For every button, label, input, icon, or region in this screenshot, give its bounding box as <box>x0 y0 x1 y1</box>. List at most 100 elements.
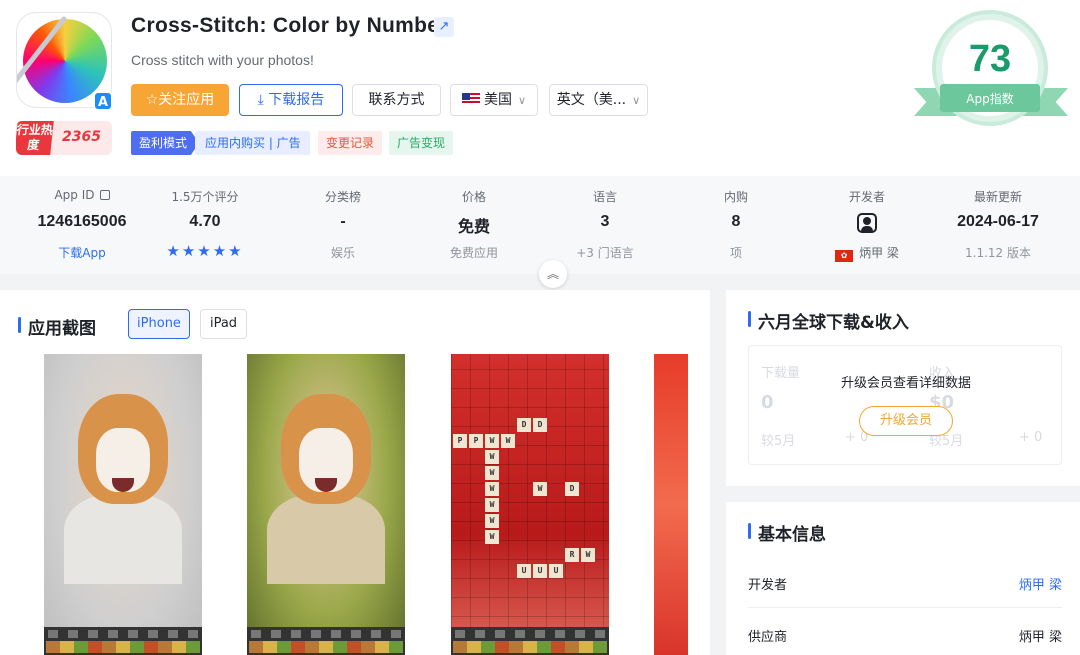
stitch-tile: W <box>485 530 499 544</box>
tab-iphone[interactable]: iPhone <box>128 309 190 339</box>
language-select[interactable]: 英文（美... ∨ <box>549 84 648 116</box>
info-value: 炳甲 梁 <box>1018 630 1062 645</box>
country-select-label: 美国 <box>483 92 512 108</box>
changelog-tag[interactable]: 变更记录 <box>318 131 383 155</box>
collapse-chevron-up-icon[interactable]: ︽ <box>539 260 567 288</box>
screenshot-2[interactable] <box>247 354 405 655</box>
chevron-down-icon: ∨ <box>632 94 641 107</box>
monetization-tag: 盈利模式 <box>131 131 199 155</box>
stat-label: 开发者 <box>848 190 885 204</box>
stitch-tile: W <box>485 482 499 496</box>
download-report-button[interactable]: ⤓ 下载报告 <box>239 84 343 116</box>
follow-app-button[interactable]: ☆关注应用 <box>131 84 229 116</box>
yarn-ball-icon <box>23 19 107 103</box>
screenshots-panel: 应用截图 iPhone iPad D D P P W W W W W W W W… <box>0 290 710 655</box>
stitch-tile: D <box>565 482 579 496</box>
stat-label: 1.5万个评分 <box>171 190 239 204</box>
external-link-icon[interactable]: ↗ <box>434 17 454 37</box>
stitch-tile: P <box>469 434 483 448</box>
stitch-tile: W <box>485 498 499 512</box>
stitch-tile: W <box>485 450 499 464</box>
corgi-image <box>78 394 168 504</box>
toolbar-palette <box>44 627 202 655</box>
copy-icon[interactable] <box>99 190 110 200</box>
ghost-compare-label: 较5月 <box>761 434 796 449</box>
star-rating-icon: ★★★★★ <box>166 242 244 260</box>
app-subtitle: Cross stitch with your photos! <box>131 52 314 68</box>
ghost-compare-value: + 0 <box>1019 430 1043 445</box>
toolbar-palette <box>451 627 609 655</box>
stat-label: 分类榜 <box>324 190 361 204</box>
stitch-tile: W <box>501 434 515 448</box>
hk-flag-icon: ✿ <box>835 250 854 262</box>
stat-sub: 1.1.12 版本 <box>965 246 1031 260</box>
locked-data-box: 下载量 0 较5月 + 0 收入 $0 较5月 + 0 升级会员查看详细数据 升… <box>748 345 1062 465</box>
monetization-detail-tag: 应用内购买 | 广告 <box>195 131 310 155</box>
downloads-revenue-title: 六月全球下载&收入 <box>748 308 909 333</box>
upgrade-message: 升级会员查看详细数据 <box>840 376 971 391</box>
stitch-tile: D <box>517 418 531 432</box>
screenshot-4[interactable] <box>654 354 688 655</box>
info-label: 开发者 <box>748 578 788 593</box>
chevron-down-icon: ∨ <box>517 94 527 107</box>
stats-bar: App ID 1246165006 下载App 1.5万个评分 4.70 ★★★… <box>0 176 1080 274</box>
stat-value: 免费 <box>457 219 490 236</box>
info-row-developer: 开发者 炳甲 梁 <box>748 556 1062 608</box>
basic-info-title: 基本信息 <box>748 520 826 545</box>
stat-value: 1246165006 <box>37 213 127 230</box>
app-store-icon: A <box>93 91 113 111</box>
screenshot-1[interactable] <box>44 354 202 655</box>
tab-ipad[interactable]: iPad <box>200 309 247 339</box>
corgi-image <box>281 394 371 504</box>
developer-name: 炳甲 梁 <box>859 246 899 260</box>
stat-sub: +3 门语言 <box>576 246 634 260</box>
stitch-tile: W <box>581 548 595 562</box>
app-title: Cross-Stitch: Color by Number <box>131 14 448 37</box>
basic-info-panel: 基本信息 开发者 炳甲 梁 供应商 炳甲 梁 <box>726 502 1080 655</box>
info-label: 供应商 <box>748 630 788 645</box>
stitch-tile: D <box>533 418 547 432</box>
score-value: 73 <box>968 38 1012 80</box>
contact-button[interactable]: 联系方式 <box>352 84 441 116</box>
toolbar-palette <box>247 627 405 655</box>
industry-heat-badge: 行业热度 2365 <box>16 121 112 155</box>
developer-link[interactable]: 炳甲 梁 <box>1019 574 1062 593</box>
score-label: App指数 <box>966 92 1014 106</box>
stat-value: - <box>340 213 346 230</box>
stitch-tile: W <box>533 482 547 496</box>
language-select-label: 英文（美... <box>556 92 627 108</box>
ad-monetization-tag[interactable]: 广告变现 <box>389 131 454 155</box>
info-row-seller: 供应商 炳甲 梁 <box>748 608 1062 655</box>
stitch-tile: R <box>565 548 579 562</box>
country-select[interactable]: 美国 ∨ <box>450 84 538 116</box>
stitch-tile: U <box>533 564 547 578</box>
stitch-tile: U <box>549 564 563 578</box>
app-score-badge: 73 App指数 <box>912 6 1072 136</box>
stat-value: 4.70 <box>189 213 221 230</box>
stitch-tile: W <box>485 434 499 448</box>
us-flag-icon <box>461 93 480 105</box>
stat-label: 语言 <box>592 190 617 204</box>
downloads-revenue-panel: 六月全球下载&收入 下载量 0 较5月 + 0 收入 $0 较5月 + 0 升级… <box>726 290 1080 486</box>
user-icon <box>857 213 877 233</box>
stat-value: 8 <box>731 213 741 230</box>
stat-value: 2024-06-17 <box>957 213 1039 230</box>
stitch-tile: U <box>517 564 531 578</box>
stat-label: App ID <box>54 188 95 202</box>
stat-sub: 娱乐 <box>330 246 355 260</box>
app-header: A 行业热度 2365 Cross-Stitch: Color by Numbe… <box>0 0 1080 176</box>
stat-label: 内购 <box>723 190 748 204</box>
screenshots-title: 应用截图 <box>18 314 96 339</box>
ghost-downloads-value: 0 <box>761 392 774 413</box>
stitch-tile: W <box>485 466 499 480</box>
industry-heat-label: 行业热度 <box>16 121 54 155</box>
download-app-link[interactable]: 下载App <box>17 244 147 261</box>
stat-sub: 免费应用 <box>449 246 498 260</box>
stitch-tile: W <box>485 514 499 528</box>
stitch-tile: P <box>453 434 467 448</box>
industry-heat-value: 2365 <box>62 129 101 145</box>
stat-label: 价格 <box>461 190 486 204</box>
upgrade-membership-button[interactable]: 升级会员 <box>859 406 953 436</box>
stat-sub: 项 <box>729 246 742 260</box>
screenshot-3[interactable]: D D P P W W W W W W W W W D U U U R W <box>451 354 609 655</box>
